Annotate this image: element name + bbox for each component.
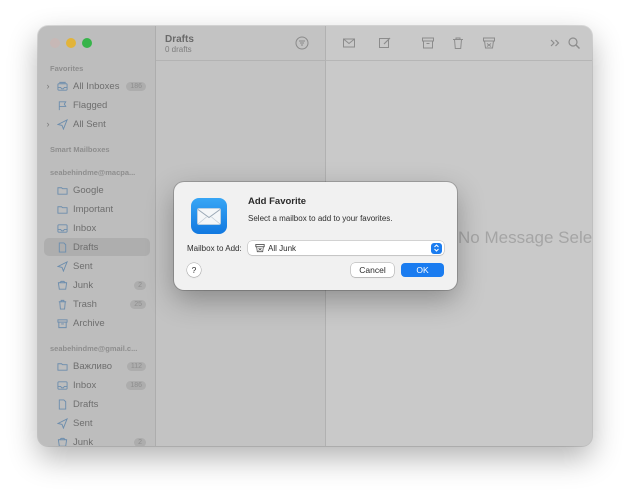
sidebar-item-drafts-2[interactable]: Drafts bbox=[44, 395, 150, 413]
junk-bin-icon bbox=[255, 243, 265, 253]
close-button[interactable] bbox=[50, 38, 60, 48]
mail-app-icon bbox=[191, 198, 227, 234]
sidebar-item-label: Sent bbox=[73, 260, 93, 272]
unread-badge: 186 bbox=[126, 81, 146, 91]
minimize-button[interactable] bbox=[66, 38, 76, 48]
section-account-2: seabehindme@gmail.c... bbox=[50, 344, 138, 353]
sidebar-item-google[interactable]: Google bbox=[44, 181, 150, 199]
chevron-right-icon[interactable]: › bbox=[44, 119, 52, 129]
folder-icon bbox=[56, 360, 68, 372]
sidebar-item-label: Inbox bbox=[73, 222, 97, 234]
chevron-right-icon[interactable]: › bbox=[44, 81, 52, 91]
sidebar-item-drafts[interactable]: Drafts bbox=[44, 238, 150, 256]
compose-icon[interactable] bbox=[378, 36, 392, 50]
sidebar: Favorites › All Inboxes 186 Flagged › Al… bbox=[38, 26, 156, 446]
sidebar-item-sent-2[interactable]: Sent bbox=[44, 414, 150, 432]
sidebar-item-label: All Sent bbox=[73, 118, 106, 130]
document-icon bbox=[56, 241, 68, 253]
flag-icon bbox=[56, 99, 68, 111]
dialog-message: Select a mailbox to add to your favorite… bbox=[248, 214, 393, 223]
sidebar-item-important[interactable]: Important bbox=[44, 200, 150, 218]
sidebar-item-all-sent[interactable]: › All Sent bbox=[44, 115, 150, 133]
sidebar-item-inbox[interactable]: Inbox bbox=[44, 219, 150, 237]
sidebar-item-label: Inbox bbox=[73, 379, 97, 391]
section-account-1: seabehindme@macpa... bbox=[50, 168, 136, 177]
trash-icon bbox=[56, 298, 68, 310]
divider bbox=[326, 60, 592, 61]
updown-chevron-icon[interactable] bbox=[431, 242, 442, 254]
sidebar-item-label: Google bbox=[73, 184, 104, 196]
sidebar-item-all-inboxes[interactable]: › All Inboxes 186 bbox=[44, 77, 150, 95]
more-chevrons-icon[interactable] bbox=[548, 36, 562, 50]
inbox-icon bbox=[56, 222, 68, 234]
inbox-stack-icon bbox=[56, 80, 68, 92]
junk-bin-icon bbox=[56, 279, 68, 291]
sidebar-item-junk-2[interactable]: Junk 2 bbox=[44, 433, 150, 446]
paper-plane-icon bbox=[56, 118, 68, 130]
inbox-icon bbox=[56, 379, 68, 391]
unread-badge: 25 bbox=[130, 299, 146, 309]
sidebar-item-label: Drafts bbox=[73, 241, 99, 253]
sidebar-item-flagged[interactable]: Flagged bbox=[44, 96, 150, 114]
sidebar-item-label: Flagged bbox=[73, 99, 108, 111]
sidebar-item-label: Important bbox=[73, 203, 114, 215]
sidebar-item-sent[interactable]: Sent bbox=[44, 257, 150, 275]
paper-plane-icon bbox=[56, 417, 68, 429]
sidebar-item-important-ua[interactable]: Важливо 112 bbox=[44, 357, 150, 375]
junk-bin-icon bbox=[56, 436, 68, 446]
sidebar-item-label: Junk bbox=[73, 436, 94, 447]
sidebar-item-label: Junk bbox=[73, 279, 94, 291]
section-favorites: Favorites bbox=[50, 64, 84, 73]
archive-icon[interactable] bbox=[421, 36, 435, 50]
mailbox-field-label: Mailbox to Add: bbox=[187, 244, 242, 253]
sidebar-item-label: Trash bbox=[73, 298, 97, 310]
selected-mailbox-value: All Junk bbox=[268, 243, 297, 253]
search-icon[interactable] bbox=[567, 36, 581, 50]
sidebar-item-label: Drafts bbox=[73, 398, 99, 410]
unread-badge: 186 bbox=[126, 380, 146, 390]
divider bbox=[156, 60, 326, 61]
mailbox-title: Drafts bbox=[165, 34, 194, 45]
ok-button[interactable]: OK bbox=[401, 263, 444, 277]
sidebar-item-archive[interactable]: Archive bbox=[44, 314, 150, 332]
add-favorite-dialog: Add Favorite Select a mailbox to add to … bbox=[174, 182, 457, 290]
mailbox-count: 0 drafts bbox=[165, 45, 192, 54]
folder-icon bbox=[56, 184, 68, 196]
sidebar-item-label: Sent bbox=[73, 417, 93, 429]
sidebar-item-junk[interactable]: Junk 2 bbox=[44, 276, 150, 294]
mailbox-select[interactable]: All Junk bbox=[248, 241, 444, 255]
sidebar-item-trash[interactable]: Trash 25 bbox=[44, 295, 150, 313]
unread-badge: 2 bbox=[134, 280, 146, 290]
window-controls bbox=[50, 38, 92, 48]
unread-badge: 112 bbox=[126, 361, 146, 371]
sidebar-item-label: All Inboxes bbox=[73, 80, 120, 92]
folder-icon bbox=[56, 203, 68, 215]
zoom-button[interactable] bbox=[82, 38, 92, 48]
section-smart-mailboxes: Smart Mailboxes bbox=[50, 145, 110, 154]
archive-box-icon bbox=[56, 317, 68, 329]
filter-icon[interactable] bbox=[295, 36, 309, 50]
no-message-selected-label: No Message Selected bbox=[458, 228, 592, 247]
cancel-button[interactable]: Cancel bbox=[351, 263, 394, 277]
unread-badge: 2 bbox=[134, 437, 146, 446]
sidebar-item-label: Archive bbox=[73, 317, 105, 329]
document-icon bbox=[56, 398, 68, 410]
sidebar-item-label: Важливо bbox=[73, 360, 113, 372]
paper-plane-icon bbox=[56, 260, 68, 272]
help-button[interactable]: ? bbox=[187, 263, 201, 277]
dialog-title: Add Favorite bbox=[248, 196, 307, 207]
junk-icon[interactable] bbox=[482, 36, 496, 50]
sidebar-item-inbox-2[interactable]: Inbox 186 bbox=[44, 376, 150, 394]
trash-icon[interactable] bbox=[451, 36, 465, 50]
get-mail-icon[interactable] bbox=[342, 36, 356, 50]
